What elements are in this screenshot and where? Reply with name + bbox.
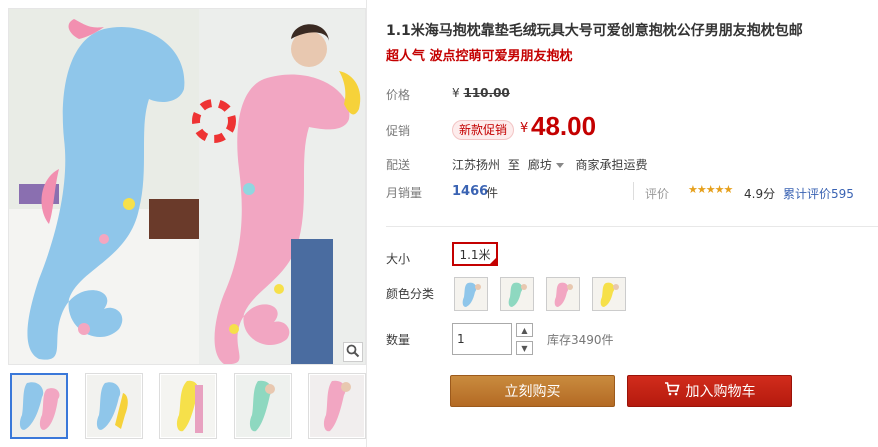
- review-count-link[interactable]: 累计评价595: [783, 185, 854, 202]
- zoom-button[interactable]: [343, 342, 363, 362]
- original-price-value: 110.00: [463, 86, 510, 100]
- color-swatch-blue[interactable]: [454, 277, 488, 311]
- magnifier-icon: [346, 344, 360, 361]
- add-to-cart-label: 加入购物车: [685, 384, 756, 400]
- color-label: 颜色分类: [386, 287, 435, 301]
- promo-currency: ¥: [520, 121, 529, 136]
- buy-now-label: 立刻购买: [504, 384, 561, 400]
- price-label: 价格: [386, 88, 411, 102]
- size-label: 大小: [386, 252, 411, 266]
- size-option-selected[interactable]: 1.1米: [452, 242, 498, 266]
- promo-label: 促销: [386, 124, 411, 138]
- shipping-info: 江苏扬州 至 廊坊 商家承担运费: [452, 156, 648, 173]
- original-price: ¥ 110.00: [452, 86, 510, 100]
- quantity-increase-button[interactable]: ▲: [516, 323, 533, 337]
- sales-unit: 件: [486, 186, 499, 200]
- main-product-image[interactable]: [8, 8, 366, 365]
- stock-count: 库存3490件: [547, 333, 614, 347]
- thumbnail-3[interactable]: [159, 373, 217, 439]
- sales-label: 月销量: [386, 186, 423, 200]
- size-option-label: 1.1米: [459, 247, 491, 262]
- quantity-input[interactable]: 1: [452, 323, 512, 355]
- quantity-label: 数量: [386, 333, 411, 347]
- promo-price: 48.00: [531, 111, 597, 141]
- chevron-down-icon: [555, 163, 564, 168]
- product-gallery: [0, 0, 366, 447]
- buy-now-button[interactable]: 立刻购买: [450, 375, 615, 407]
- rating-score: 4.9分: [744, 187, 776, 201]
- color-swatch-yellow[interactable]: [592, 277, 626, 311]
- thumbnail-4[interactable]: [233, 373, 292, 439]
- shipping-fee: 商家承担运费: [575, 158, 648, 172]
- product-title: 1.1米海马抱枕靠垫毛绒玩具大号可爱创意抱枕公仔男朋友抱枕包邮: [386, 23, 803, 39]
- rating-label: 评价: [645, 187, 670, 201]
- chevron-down-icon: ▼: [521, 343, 528, 353]
- section-divider: [386, 226, 878, 227]
- shipping-label: 配送: [386, 158, 411, 172]
- monthly-sales-count: 1466: [452, 184, 489, 199]
- sales-divider: [633, 182, 634, 200]
- color-swatches: [454, 277, 626, 311]
- color-swatch-green[interactable]: [500, 277, 534, 311]
- currency-symbol: ¥: [452, 86, 460, 100]
- selected-check-icon: [488, 256, 498, 266]
- thumbnail-2[interactable]: [84, 373, 143, 439]
- chevron-up-icon: ▲: [521, 325, 528, 335]
- ship-to-word: 至: [507, 158, 520, 172]
- thumbnail-1[interactable]: [10, 373, 68, 439]
- destination-value: 廊坊: [527, 158, 552, 172]
- quantity-decrease-button[interactable]: ▼: [516, 341, 533, 355]
- ship-from: 江苏扬州: [452, 158, 501, 172]
- thumbnail-strip: [10, 373, 366, 441]
- destination-select[interactable]: 廊坊: [528, 158, 564, 172]
- product-subtitle: 超人气 波点控萌可爱男朋友抱枕: [386, 49, 573, 64]
- add-to-cart-button[interactable]: 加入购物车: [627, 375, 792, 407]
- shopping-cart-icon: [664, 382, 680, 400]
- color-swatch-pink[interactable]: [546, 277, 580, 311]
- star-rating-icon: ★★★★★: [688, 183, 733, 196]
- promo-badge: 新款促销: [452, 120, 515, 140]
- thumbnail-5[interactable]: [308, 373, 366, 439]
- gallery-divider: [366, 0, 367, 447]
